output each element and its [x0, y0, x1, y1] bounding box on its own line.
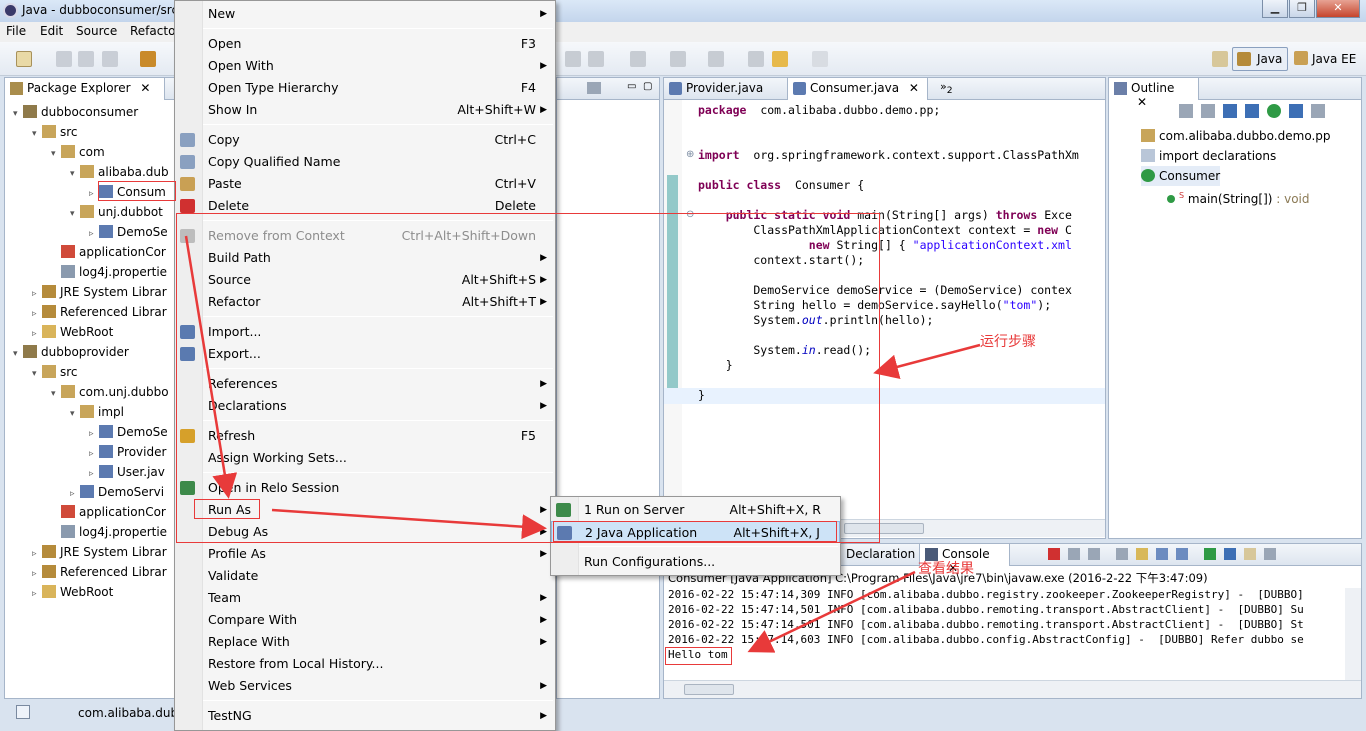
arrow-to-java-app	[271, 508, 547, 540]
annotation-arrows	[184, 235, 981, 653]
arrow-to-code	[873, 343, 981, 379]
arrow-to-output	[747, 570, 916, 653]
arrow-to-run-as	[184, 235, 238, 499]
